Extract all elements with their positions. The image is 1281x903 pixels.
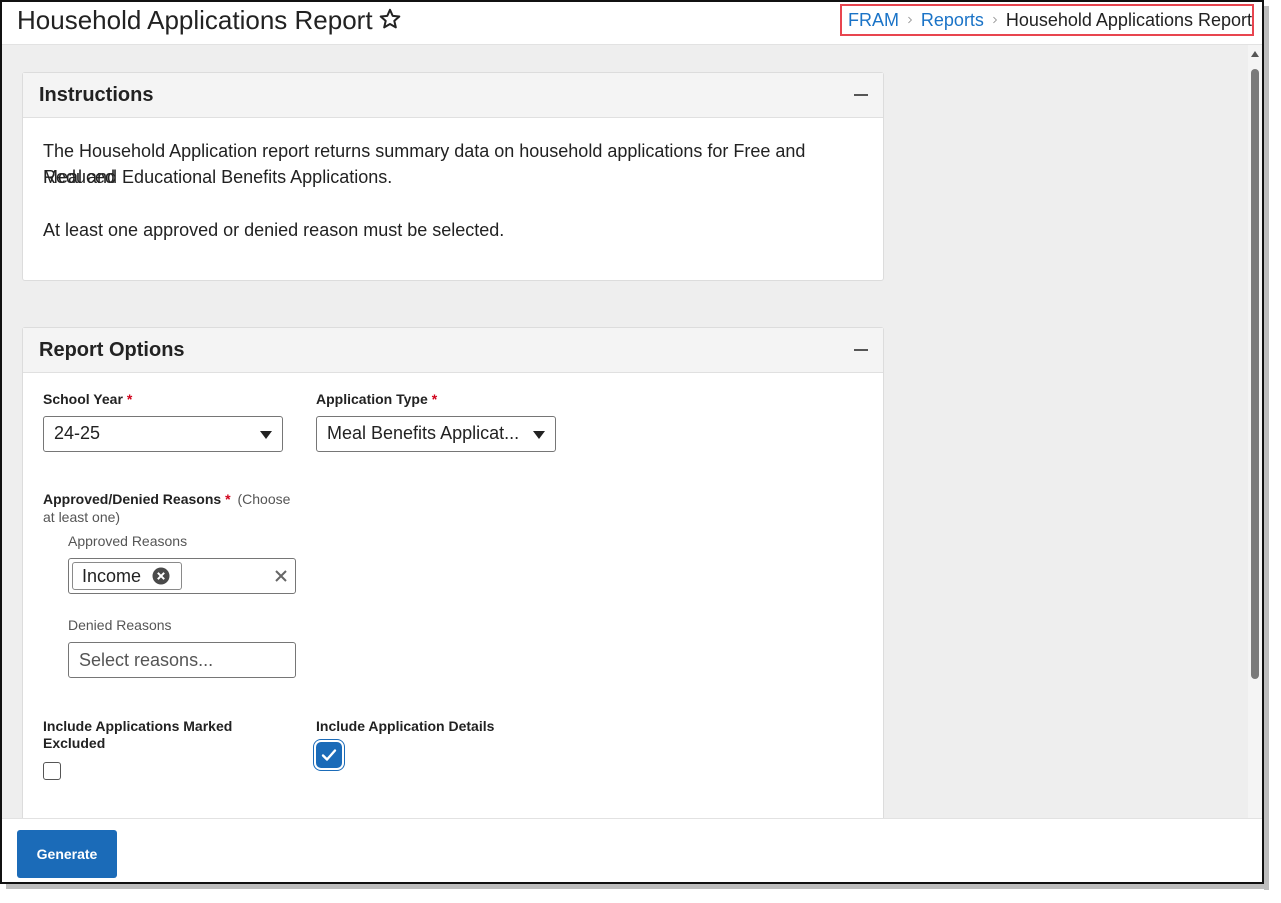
remove-chip-icon[interactable] — [152, 567, 170, 585]
reasons-hint: at least one) — [43, 509, 121, 525]
breadcrumb-link-reports[interactable]: Reports — [921, 10, 984, 31]
approved-reasons-multiselect[interactable]: Income — [68, 558, 296, 594]
reasons-label: Approved/Denied Reasons * (Choose — [43, 491, 291, 507]
collapse-icon[interactable] — [851, 342, 871, 358]
generate-button[interactable]: Generate — [17, 830, 117, 878]
breadcrumb-link-fram[interactable]: FRAM — [848, 10, 899, 31]
approved-reasons-label: Approved Reasons — [68, 533, 188, 549]
breadcrumb: FRAM Reports Household Applications Repo… — [840, 4, 1254, 36]
application-type-select[interactable]: Meal Benefits Applicat... — [316, 416, 556, 452]
include-details-label: Include Application Details — [316, 718, 495, 734]
report-options-card: Report Options School Year * 24-25 Applic… — [22, 327, 884, 847]
content-area: Instructions The Household Application r… — [2, 45, 1248, 847]
collapse-icon[interactable] — [851, 87, 871, 103]
instructions-title: Instructions — [39, 84, 154, 106]
denied-reasons-input[interactable] — [68, 642, 296, 678]
chevron-right-icon — [993, 16, 997, 24]
vertical-scrollbar[interactable] — [1248, 45, 1262, 818]
page-title: Household Applications Report — [17, 5, 373, 35]
caret-down-icon — [533, 431, 545, 439]
instructions-text-line3: At least one approved or denied reason m… — [43, 220, 505, 240]
school-year-select[interactable]: 24-25 — [43, 416, 283, 452]
page-header: Household Applications Report FRAM Repor… — [2, 2, 1262, 45]
denied-reasons-label: Denied Reasons — [68, 617, 172, 633]
chip-income: Income — [72, 562, 182, 590]
action-bar: Generate — [2, 818, 1262, 882]
star-outline-icon[interactable] — [378, 7, 402, 31]
window-shadow — [6, 884, 1269, 889]
instructions-header: Instructions — [23, 73, 883, 118]
instructions-card: Instructions The Household Application r… — [22, 72, 884, 281]
checkmark-icon — [321, 749, 337, 761]
report-options-header: Report Options — [23, 328, 883, 373]
breadcrumb-current: Household Applications Report — [1005, 9, 1252, 30]
clear-icon[interactable] — [273, 568, 289, 584]
include-excluded-checkbox[interactable] — [43, 762, 61, 780]
app-window: Household Applications Report FRAM Repor… — [0, 0, 1264, 884]
include-details-checkbox[interactable] — [316, 742, 342, 768]
chevron-right-icon — [908, 16, 912, 24]
scroll-up-arrow-icon[interactable] — [1251, 51, 1259, 57]
include-excluded-label-line1: Include Applications Marked — [43, 718, 233, 734]
instructions-text-line2: Meal and Educational Benefits Applicatio… — [43, 167, 393, 187]
window-shadow — [1264, 6, 1269, 890]
caret-down-icon — [260, 431, 272, 439]
include-excluded-label-line2: Excluded — [43, 735, 106, 751]
scrollbar-thumb[interactable] — [1251, 69, 1259, 679]
school-year-label: School Year * — [43, 391, 133, 407]
report-options-title: Report Options — [39, 339, 185, 361]
application-type-label: Application Type * — [316, 391, 438, 407]
